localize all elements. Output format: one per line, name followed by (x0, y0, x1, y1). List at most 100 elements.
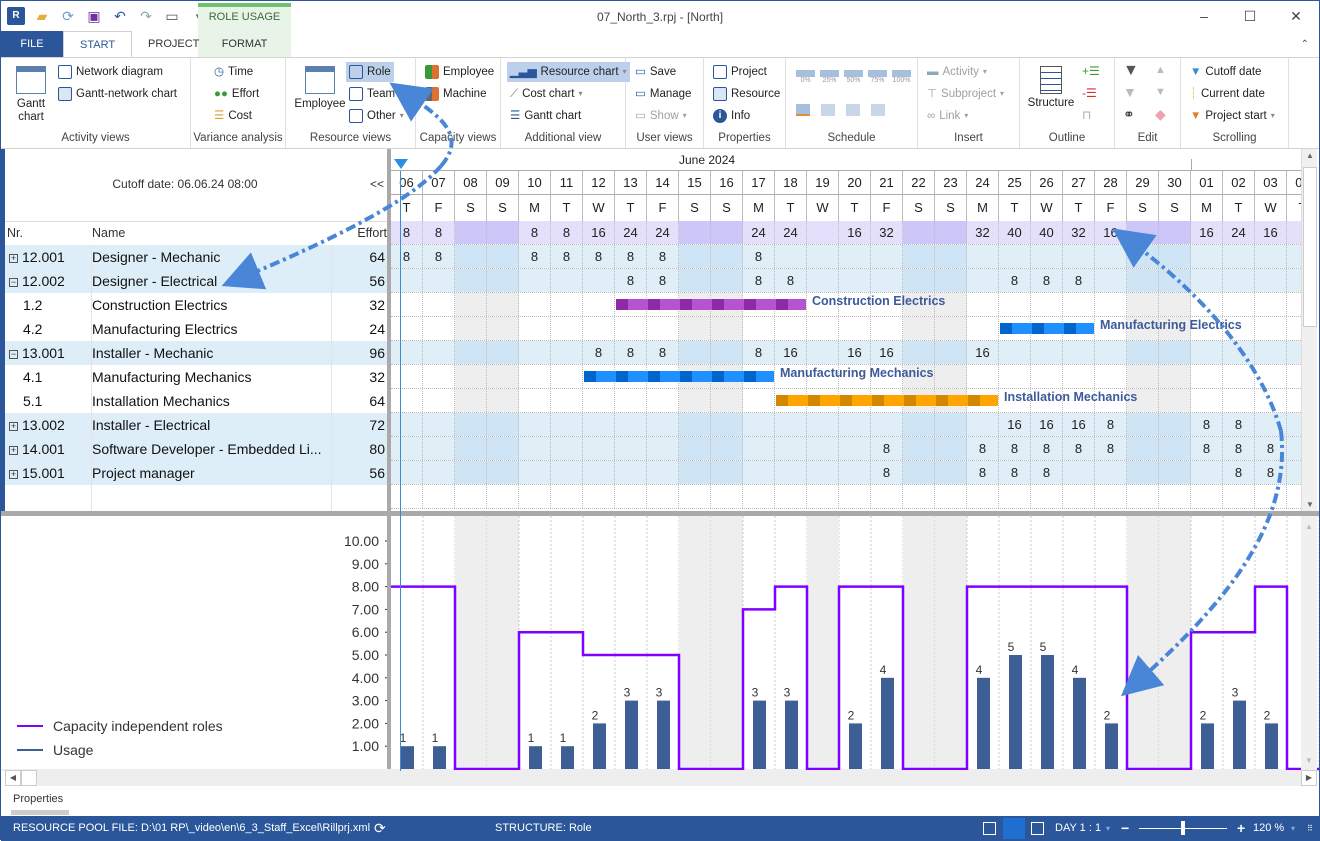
gantt-network-chart-button[interactable]: Gantt-network chart (55, 84, 180, 104)
chart-scroll-down-icon[interactable]: ▼ (1301, 756, 1317, 765)
activity-row[interactable]: 4.1 Manufacturing Mechanics 32 (5, 365, 389, 389)
tab-format[interactable]: FORMAT (198, 31, 291, 57)
day-column-header[interactable]: 04T (1287, 171, 1301, 221)
progress-25-button[interactable]: 25% (820, 70, 839, 84)
zoom-out-button[interactable]: − (1121, 816, 1129, 841)
eraser-icon[interactable]: ◆ (1155, 106, 1166, 123)
column-header-effort[interactable]: Effort (357, 226, 387, 240)
variance-time-button[interactable]: ◷ Time (211, 62, 256, 82)
day-column-header[interactable]: 03 W (1255, 171, 1287, 221)
day-column-header[interactable]: 07 F (423, 171, 455, 221)
role-view-button[interactable]: Role (346, 62, 394, 82)
day-column-header[interactable]: 26 W (1031, 171, 1063, 221)
save-view-button[interactable]: ▭ Save (632, 62, 679, 82)
progress-50-button[interactable]: 50% (844, 70, 863, 84)
activity-bar[interactable] (584, 371, 774, 382)
collapse-ribbon-icon[interactable]: ⌃ (1301, 39, 1309, 50)
activity-bar[interactable] (1000, 323, 1094, 334)
move-down-level-icon[interactable]: ⊓ (1082, 108, 1091, 122)
properties-tab[interactable]: Properties (13, 793, 63, 805)
activity-row[interactable]: 1.2 Construction Electrics 32 (5, 293, 389, 317)
expand-icon[interactable]: + (9, 470, 18, 479)
scroll-down-arrow-icon[interactable]: ▼ (1302, 500, 1318, 509)
collapse-icon[interactable]: − (9, 350, 18, 359)
move-up-icon[interactable]: ▲ (1155, 64, 1166, 76)
day-column-header[interactable]: 23 S (935, 171, 967, 221)
day-column-header[interactable]: 18 T (775, 171, 807, 221)
day-column-header[interactable]: 24 M (967, 171, 999, 221)
manage-views-button[interactable]: ▭ Manage (632, 84, 694, 104)
project-properties-button[interactable]: Project (710, 62, 770, 82)
day-column-header[interactable]: 08 S (455, 171, 487, 221)
day-column-header[interactable]: 14 F (647, 171, 679, 221)
vertical-scrollbar[interactable]: ▲ ▼ (1301, 149, 1317, 511)
horizontal-scrollbar[interactable]: ◀ ▶ (5, 770, 1317, 786)
day-column-header[interactable]: 28 F (1095, 171, 1127, 221)
resource-properties-button[interactable]: Resource (710, 84, 783, 104)
day-column-header[interactable]: 22 S (903, 171, 935, 221)
minimize-button[interactable]: – (1181, 1, 1227, 31)
insert-activity-button[interactable]: ▬ Activity ▾ (924, 62, 990, 82)
other-view-button[interactable]: Other ▾ (346, 106, 407, 126)
tab-file[interactable]: FILE (1, 31, 63, 57)
cutoff-date-marker[interactable] (394, 159, 408, 169)
activity-bar[interactable] (616, 299, 806, 310)
zoom-slider-thumb[interactable] (1181, 821, 1185, 835)
employee-view-button[interactable]: Employee (294, 66, 346, 111)
activity-bar[interactable] (776, 395, 998, 406)
network-diagram-button[interactable]: Network diagram (55, 62, 166, 82)
collapse-table-button[interactable]: << (370, 177, 384, 191)
capacity-employee-button[interactable]: Employee (422, 62, 497, 82)
column-header-name[interactable]: Name (92, 226, 125, 240)
day-column-header[interactable]: 21 F (871, 171, 903, 221)
variance-cost-button[interactable]: ☰ Cost (211, 106, 255, 126)
info-button[interactable]: i Info (710, 106, 753, 126)
column-header-nr[interactable]: Nr. (7, 226, 23, 240)
day-column-header[interactable]: 19 W (807, 171, 839, 221)
role-row[interactable]: −13.001 Installer - Mechanic 96 (5, 341, 389, 365)
day-column-header[interactable]: 02 T (1223, 171, 1255, 221)
zoom-level[interactable]: 120 % (1253, 816, 1284, 841)
day-column-header[interactable]: 30 S (1159, 171, 1191, 221)
chart-scroll-up-icon[interactable]: ▲ (1301, 522, 1317, 531)
time-scale[interactable]: DAY 1 : 1 (1055, 816, 1101, 841)
close-button[interactable]: ✕ (1273, 1, 1319, 31)
find-binoculars-icon[interactable]: ⚭ (1123, 106, 1135, 123)
structure-button[interactable]: Structure (1024, 66, 1078, 110)
scroll-current-date-button[interactable]: ┆ Current date (1187, 84, 1268, 104)
split-multi-icon[interactable] (846, 104, 860, 116)
scale-dropdown-icon[interactable]: ▾ (1106, 816, 1110, 841)
progress-100-button[interactable]: 100% (892, 70, 911, 84)
day-column-header[interactable]: 13 T (615, 171, 647, 221)
day-column-header[interactable]: 17 M (743, 171, 775, 221)
expand-icon[interactable]: + (9, 254, 18, 263)
activity-row[interactable]: 4.2 Manufacturing Electrics 24 (5, 317, 389, 341)
outdent-icon[interactable]: -☰ (1082, 86, 1097, 100)
filter-icon[interactable]: ▼ (1123, 62, 1139, 80)
role-row[interactable]: +12.001 Designer - Mechanic 64 (5, 245, 389, 269)
day-column-header[interactable]: 29 S (1127, 171, 1159, 221)
role-row[interactable]: +14.001 Software Developer - Embedded Li.… (5, 437, 389, 461)
additional-gantt-button[interactable]: ☰ Gantt chart (507, 106, 584, 126)
zoom-dropdown-icon[interactable]: ▾ (1291, 816, 1295, 841)
chart-vertical-scrollbar[interactable]: ▲ ▼ (1301, 516, 1317, 771)
maximize-button[interactable]: ☐ (1227, 1, 1273, 31)
hscroll-thumb[interactable] (21, 770, 37, 786)
scroll-project-start-button[interactable]: ▼ Project start ▾ (1187, 106, 1278, 126)
split-icon[interactable] (821, 104, 835, 116)
day-column-header[interactable]: 16 S (711, 171, 743, 221)
split-dropdown-icon[interactable] (871, 104, 885, 116)
scroll-up-arrow-icon[interactable]: ▲ (1302, 151, 1318, 160)
insert-subproject-button[interactable]: ⊤ Subproject ▾ (924, 84, 1007, 104)
collapse-icon[interactable]: − (9, 278, 18, 287)
progress-0-button[interactable]: 0% (796, 70, 815, 84)
resize-grip-icon[interactable]: ⠿ (1307, 816, 1313, 841)
resource-chart-button[interactable]: ▁▃▅ Resource chart ▾ (507, 62, 630, 82)
activity-row[interactable]: 5.1 Installation Mechanics 64 (5, 389, 389, 413)
move-down-icon[interactable]: ▼ (1155, 86, 1166, 98)
role-row[interactable]: −12.002 Designer - Electrical 56 (5, 269, 389, 293)
resource-view-icon[interactable] (1003, 818, 1025, 839)
scroll-cutoff-date-button[interactable]: ▼ Cutoff date (1187, 62, 1264, 82)
chart-view-icon[interactable] (1031, 822, 1044, 835)
tab-start[interactable]: START (63, 31, 133, 57)
